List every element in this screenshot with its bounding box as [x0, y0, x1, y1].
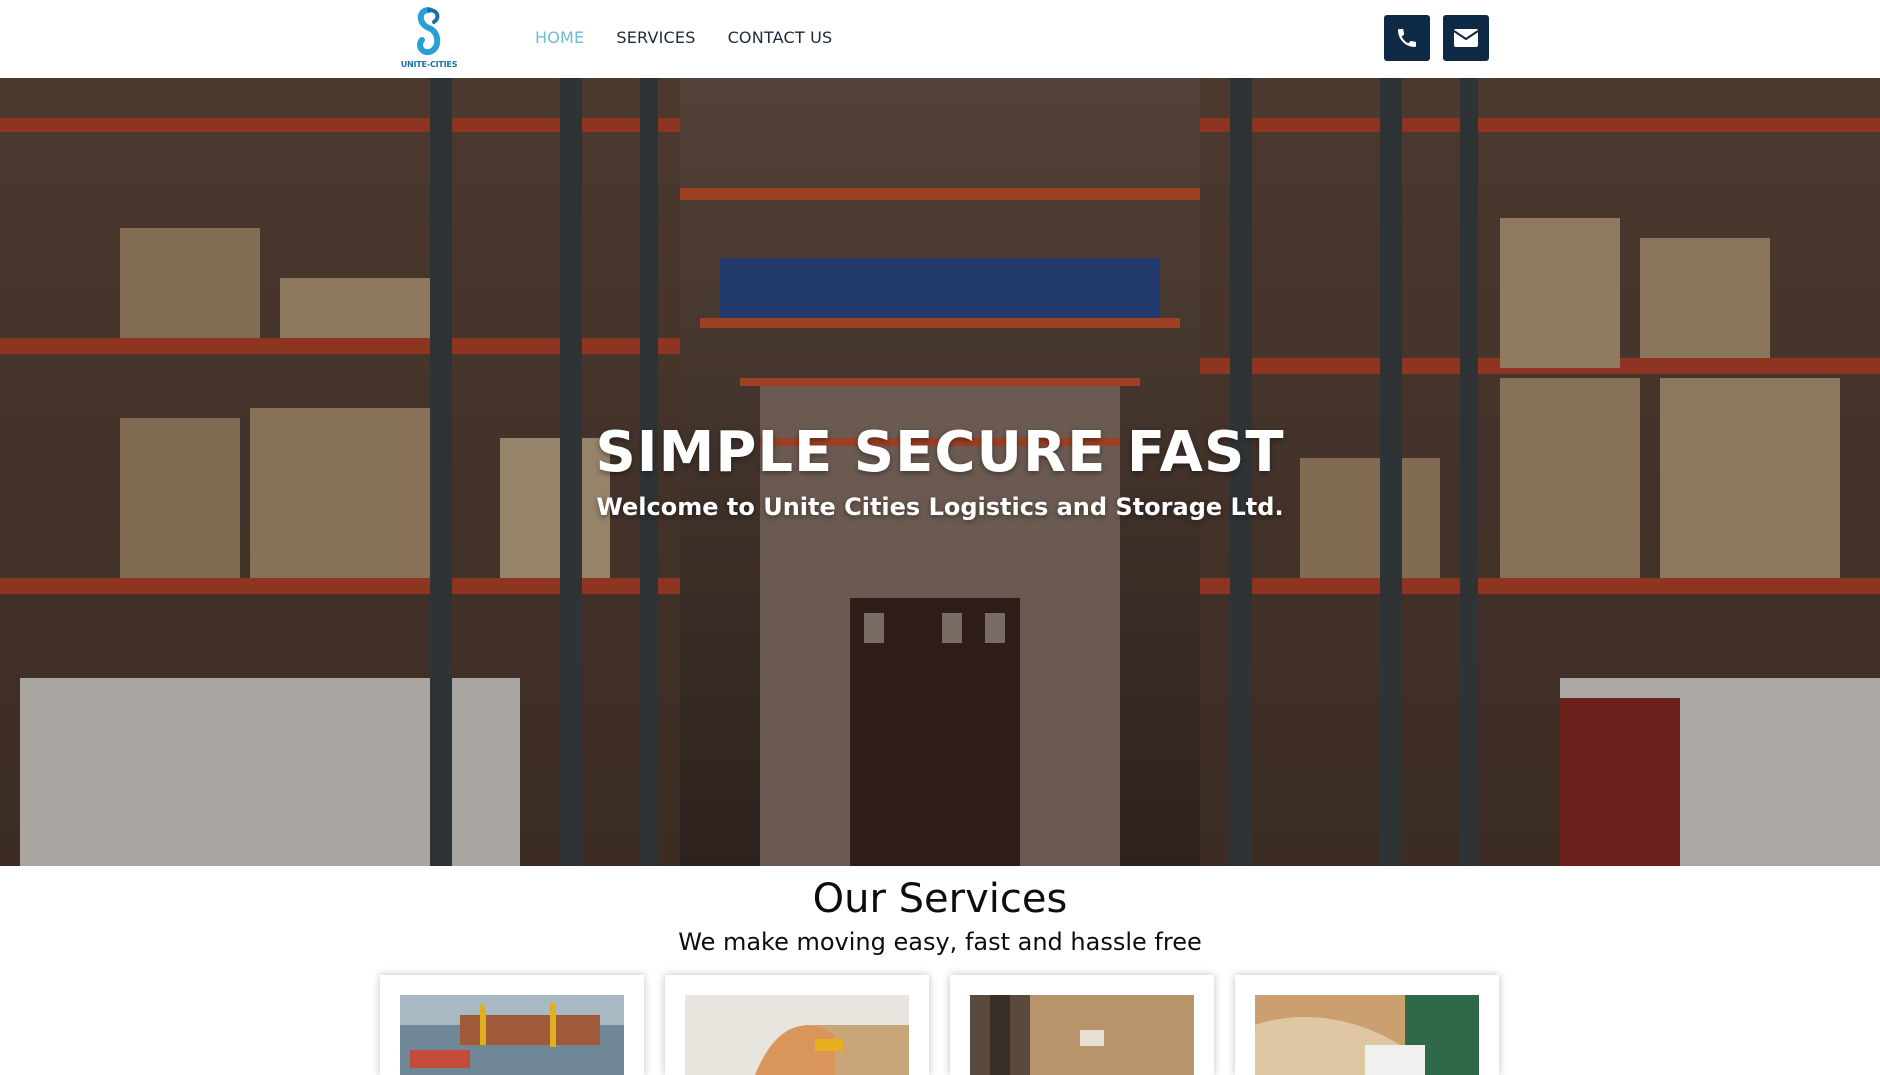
port-cargo-image — [400, 995, 624, 1075]
nav-services[interactable]: SERVICES — [616, 28, 695, 47]
site-header: UNITE-CITIES HOME SERVICES CONTACT US — [0, 0, 1880, 78]
delivery-worker-image — [685, 995, 909, 1075]
services-title: Our Services — [812, 876, 1068, 922]
service-card[interactable] — [950, 975, 1214, 1075]
phone-button[interactable] — [1384, 15, 1430, 61]
hero-banner: SIMPLE SECURE FAST Welcome to Unite Citi… — [0, 78, 1880, 866]
services-subtitle: We make moving easy, fast and hassle fre… — [678, 928, 1202, 956]
site-logo[interactable]: UNITE-CITIES — [398, 6, 460, 72]
service-card[interactable] — [665, 975, 929, 1075]
service-card[interactable] — [1235, 975, 1499, 1075]
fragile-box-image — [970, 995, 1194, 1075]
hero-subtitle: Welcome to Unite Cities Logistics and St… — [596, 493, 1284, 521]
electronics-image — [1255, 995, 1479, 1075]
service-card[interactable] — [380, 975, 644, 1075]
nav-contact[interactable]: CONTACT US — [728, 28, 833, 47]
logo-mark-icon — [417, 7, 441, 56]
phone-icon — [1398, 29, 1416, 47]
nav-home[interactable]: HOME — [535, 28, 584, 47]
main-nav: HOME SERVICES CONTACT US — [535, 28, 832, 47]
email-button[interactable] — [1443, 15, 1489, 61]
envelope-icon — [1453, 29, 1479, 47]
hero-title: SIMPLE SECURE FAST — [595, 420, 1285, 485]
logo-text: UNITE-CITIES — [400, 60, 458, 69]
